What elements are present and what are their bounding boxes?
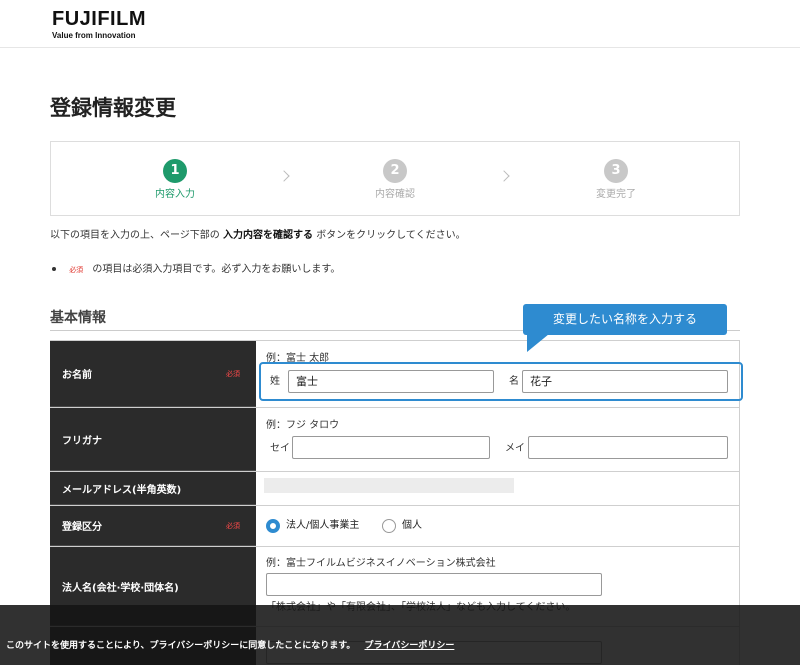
section-title: 基本情報 [50,310,106,326]
step-number: 1 [163,159,187,183]
cookie-message: このサイトを使用することにより、プライバシーポリシーに同意したことになります。 [6,641,356,651]
bullet-icon [52,267,56,271]
row-body: 例：フジ タロウ セイ メイ [256,408,739,471]
form-row-furigana: フリガナ 例：フジ タロウ セイ メイ [50,408,740,472]
step-label: 内容入力 [155,189,195,200]
company-example: 例：富士フイルムビジネスイノベーション株式会社 [266,558,496,569]
form-row-email: メールアドレス(半角英数) [50,472,740,506]
site-header: FUJIFILM Value from Innovation [0,0,800,48]
tooltip-tail [527,334,549,352]
note-text: の項目は必須入力項目です。必ず入力をお願いします。 [92,264,341,275]
radio-individual[interactable] [382,519,396,533]
form-row-registration-type: 登録区分 必須 法人/個人事業主 個人 [50,506,740,547]
progress-steps: 1 内容入力 2 内容確認 3 変更完了 [50,141,740,216]
step-label: 内容確認 [375,189,415,200]
required-badge: 必須 [69,266,84,274]
email-readonly-field [264,478,514,493]
logo-tagline: Value from Innovation [52,31,136,40]
chevron-right-icon [498,170,510,182]
step-label: 変更完了 [596,189,636,200]
required-badge: 必須 [226,521,240,530]
sei-prefix: セイ [270,443,290,454]
instruction-pre: 以下の項目を入力の上、ページ下部の [50,230,220,241]
step-input: 1 内容入力 [115,159,235,201]
label-email: メールアドレス(半角英数) [62,484,182,496]
row-label: 登録区分 必須 [50,506,256,546]
step-number: 3 [604,159,628,183]
step-number: 2 [383,159,407,183]
step-confirm: 2 内容確認 [335,159,455,201]
instruction-text: 以下の項目を入力の上、ページ下部の 入力内容を確認する ボタンをクリックしてくだ… [50,229,466,243]
cookie-text: このサイトを使用することにより、プライバシーポリシーに同意したことになります。 … [6,640,454,652]
required-badge: 必須 [226,369,240,378]
row-label: メールアドレス(半角英数) [50,472,256,505]
sei-input[interactable] [292,436,490,459]
logo-text: FUJIFILM [52,8,146,30]
radio-individual-label[interactable]: 個人 [402,520,422,532]
instruction-bold: 入力内容を確認する [223,230,313,241]
radio-corporate[interactable] [266,519,280,533]
row-body: 法人/個人事業主 個人 [256,506,739,546]
privacy-policy-link[interactable]: プライバシーポリシー [365,641,455,651]
row-label: フリガナ [50,408,256,471]
required-note: 必須 の項目は必須入力項目です。必ず入力をお願いします。 [52,263,340,277]
row-label: お名前 必須 [50,341,256,407]
label-name: お名前 [62,370,92,381]
mei-prefix: メイ [505,443,525,454]
label-furigana: フリガナ [62,435,102,447]
company-input[interactable] [266,573,602,596]
name-highlight-box [259,362,743,401]
furigana-example: 例：フジ タロウ [266,420,340,431]
instruction-post: ボタンをクリックしてください。 [316,230,466,241]
cookie-consent-bar: このサイトを使用することにより、プライバシーポリシーに同意したことになります。 … [0,605,800,665]
step-complete: 3 変更完了 [556,159,676,201]
fujifilm-logo[interactable]: FUJIFILM Value from Innovation [52,9,146,40]
guide-tooltip: 変更したい名称を入力する [523,304,727,335]
row-body [256,472,739,505]
radio-corporate-label[interactable]: 法人/個人事業主 [286,520,359,532]
page-title: 登録情報変更 [50,96,176,120]
mei-input[interactable] [528,436,728,459]
chevron-right-icon [278,170,290,182]
label-registration-type: 登録区分 [62,522,102,533]
label-company: 法人名(会社·学校·団体名) [62,582,179,594]
